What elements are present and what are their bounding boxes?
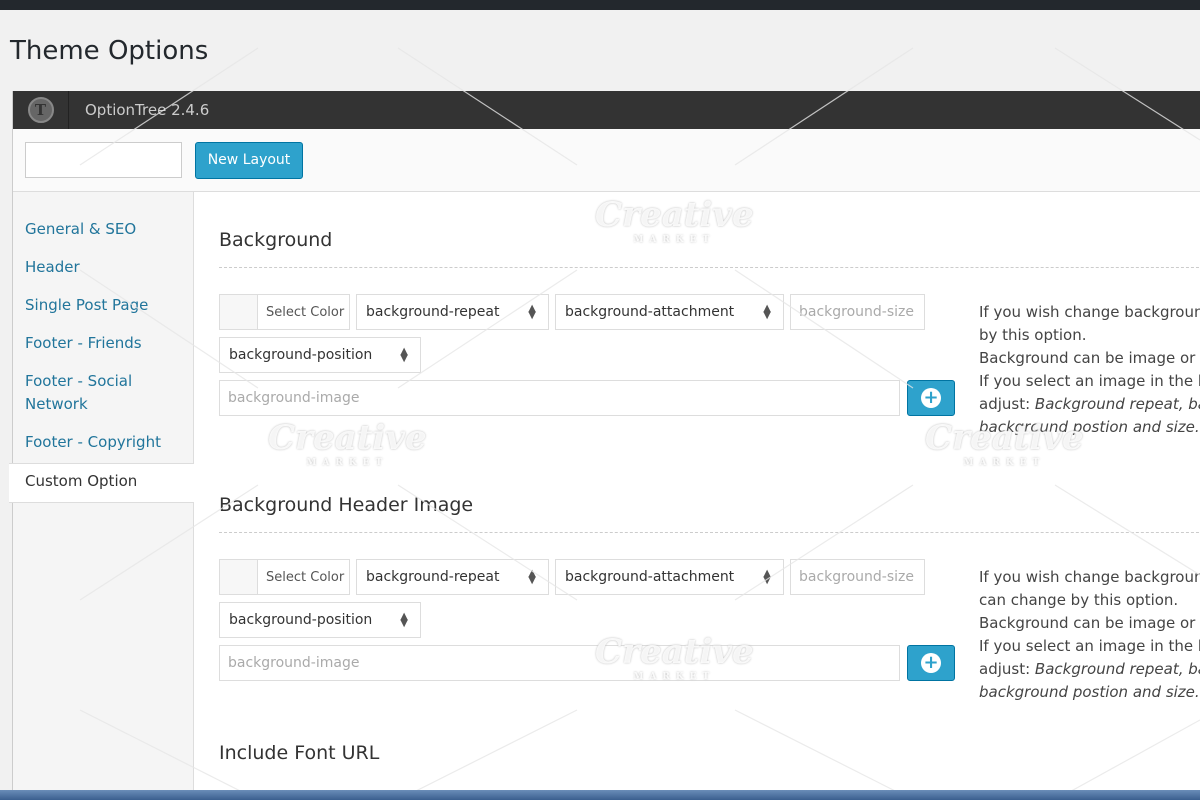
options-main: Background Select Color background-repea… — [194, 192, 1200, 800]
sidebar-item-single-post-page[interactable]: Single Post Page — [13, 288, 193, 326]
new-layout-button[interactable]: New Layout — [195, 141, 303, 179]
sidebar-item-header[interactable]: Header — [13, 250, 193, 288]
select-value: background-attachment — [565, 569, 735, 585]
select-arrows-icon: ▲ ▼ — [528, 303, 536, 321]
optiontree-version: OptionTree 2.4.6 — [85, 101, 210, 119]
optiontree-header: T OptionTree 2.4.6 — [13, 91, 1200, 129]
optiontree-logo: T — [13, 91, 69, 129]
background-image-input[interactable]: background-image — [219, 645, 900, 681]
optiontree-panel: T OptionTree 2.4.6 New Layout General & … — [9, 91, 1200, 800]
section-title: Include Font URL — [219, 742, 380, 764]
desc-italic: Background repeat, bac — [1034, 395, 1200, 413]
desc-line: by this option. — [979, 326, 1087, 344]
select-value: background-position — [229, 347, 373, 363]
background-position-select[interactable]: background-position ▲ ▼ — [219, 602, 421, 638]
add-media-button[interactable]: + — [907, 380, 955, 416]
plus-icon: + — [921, 388, 941, 408]
desc-line: Background can be image or c — [979, 349, 1200, 367]
desc-line: If you select an image in the ba — [979, 372, 1200, 390]
sidebar-item-footer-copyright[interactable]: Footer - Copyright — [13, 425, 193, 463]
sidebar-item-footer-friends[interactable]: Footer - Friends — [13, 326, 193, 364]
color-picker[interactable]: Select Color — [219, 294, 350, 330]
desc-line: If you wish change background — [979, 303, 1200, 321]
select-arrows-icon: ▲ ▼ — [763, 568, 771, 586]
select-arrows-icon: ▲ ▼ — [400, 611, 408, 629]
select-arrows-icon: ▲ ▼ — [528, 568, 536, 586]
background-attachment-select[interactable]: background-attachment ▲ ▼ — [555, 559, 784, 595]
background-attachment-select[interactable]: background-attachment ▲ ▼ — [555, 294, 784, 330]
desc-italic: background postion and size. — [979, 683, 1200, 701]
desc-line: adjust: Background repeat, bac — [979, 658, 1200, 681]
option-description: If you wish change background by this op… — [979, 301, 1200, 439]
section-title: Background Header Image — [219, 494, 1200, 533]
option-section-background-header-image: Background Header Image Select Color bac… — [219, 494, 1200, 701]
admin-top-bar — [0, 0, 1200, 10]
select-arrows-icon: ▲ ▼ — [763, 303, 771, 321]
sidebar-item-general-seo[interactable]: General & SEO — [13, 212, 193, 250]
desc-line: Background can be image or c — [979, 614, 1200, 632]
page-title: Theme Options — [10, 36, 209, 66]
desc-prefix: adjust: — [979, 395, 1035, 413]
sidebar-item-custom-option[interactable]: Custom Option — [9, 463, 194, 503]
background-size-input[interactable]: background-size — [790, 559, 925, 595]
desc-line: background postion and size. — [979, 681, 1200, 704]
background-repeat-select[interactable]: background-repeat ▲ ▼ — [356, 559, 549, 595]
plus-icon: + — [921, 653, 941, 673]
background-repeat-select[interactable]: background-repeat ▲ ▼ — [356, 294, 549, 330]
select-color-label: Select Color — [266, 569, 345, 585]
optiontree-logo-icon: T — [27, 97, 54, 123]
select-color-label: Select Color — [266, 304, 345, 320]
select-value: background-attachment — [565, 304, 735, 320]
desc-line: background postion and size. — [979, 416, 1200, 439]
color-swatch[interactable] — [220, 560, 258, 594]
desc-line: adjust: Background repeat, bac — [979, 393, 1200, 416]
section-title: Background — [219, 229, 1200, 268]
desc-line: If you select an image in the ba — [979, 637, 1200, 655]
option-section-include-font-url: Include Font URL — [219, 742, 1200, 780]
add-media-button[interactable]: + — [907, 645, 955, 681]
select-value: background-repeat — [366, 569, 500, 585]
color-swatch[interactable] — [220, 295, 258, 329]
layout-toolbar: New Layout — [13, 129, 1200, 192]
desc-line: can change by this option. — [979, 591, 1179, 609]
desc-italic: background postion and size. — [979, 418, 1200, 436]
select-value: background-repeat — [366, 304, 500, 320]
select-value: background-position — [229, 612, 373, 628]
option-section-background: Background Select Color background-repea… — [219, 229, 1200, 436]
desc-line: If you wish change background — [979, 568, 1200, 586]
sidebar-item-footer-social-network[interactable]: Footer - Social Network — [13, 364, 143, 425]
color-picker[interactable]: Select Color — [219, 559, 350, 595]
os-taskbar — [0, 790, 1200, 800]
select-arrows-icon: ▲ ▼ — [400, 346, 408, 364]
options-sidebar: General & SEO Header Single Post Page Fo… — [9, 192, 194, 800]
layout-name-input[interactable] — [25, 142, 182, 178]
option-description: If you wish change background can change… — [979, 566, 1200, 704]
background-image-input[interactable]: background-image — [219, 380, 900, 416]
desc-italic: Background repeat, bac — [1034, 660, 1200, 678]
background-position-select[interactable]: background-position ▲ ▼ — [219, 337, 421, 373]
desc-prefix: adjust: — [979, 660, 1035, 678]
background-size-input[interactable]: background-size — [790, 294, 925, 330]
